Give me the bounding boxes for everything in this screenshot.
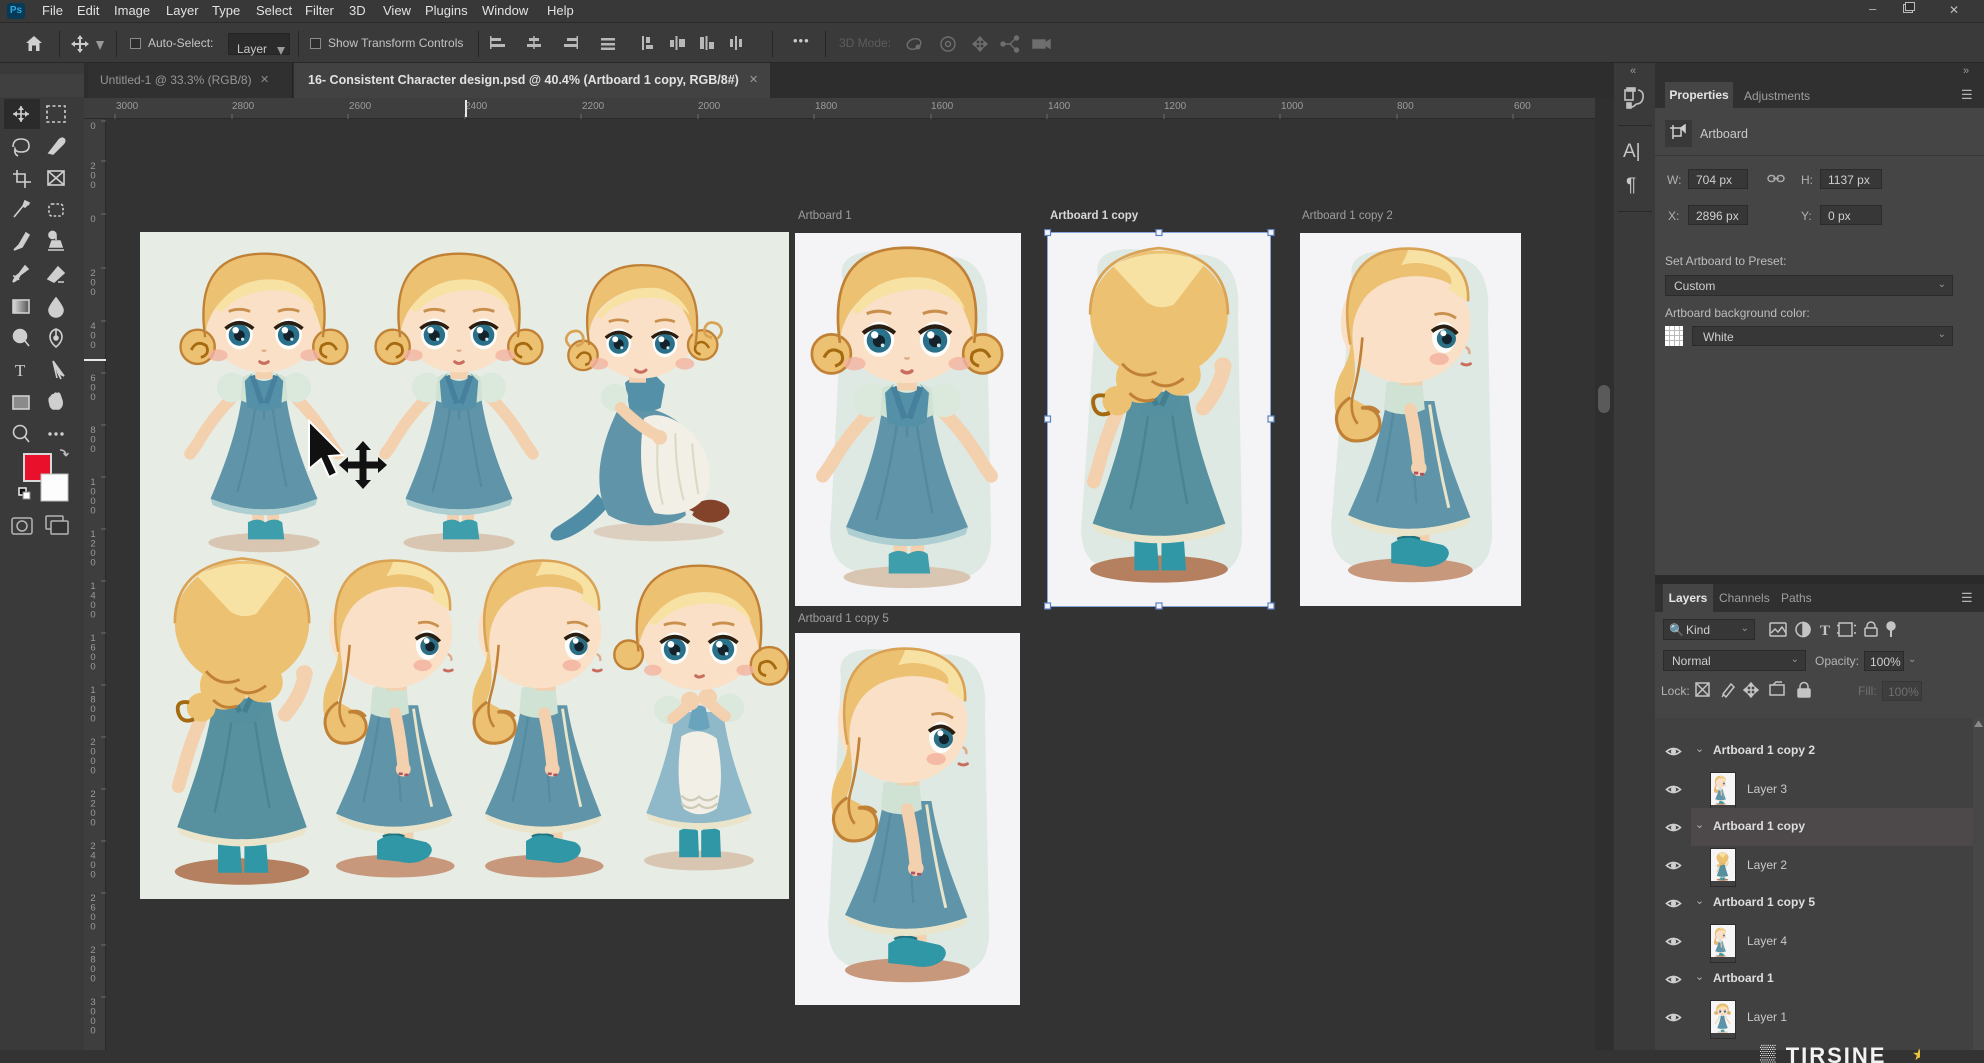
svg-text:0: 0: [90, 610, 95, 621]
svg-text:0: 0: [90, 121, 95, 132]
svg-text:2400: 2400: [465, 101, 488, 112]
svg-text:0: 0: [90, 444, 95, 455]
svg-text:0: 0: [90, 974, 95, 985]
svg-text:0: 0: [90, 558, 95, 569]
svg-text:0: 0: [90, 392, 95, 403]
svg-text:800: 800: [1397, 101, 1414, 112]
svg-text:2200: 2200: [582, 101, 605, 112]
svg-text:0: 0: [90, 922, 95, 933]
svg-text:0: 0: [90, 1026, 95, 1037]
svg-text:T: T: [15, 361, 26, 380]
svg-text:3000: 3000: [116, 101, 139, 112]
svg-text:0: 0: [90, 870, 95, 881]
svg-text:0: 0: [90, 214, 95, 225]
svg-text:T: T: [1820, 623, 1830, 639]
svg-text:2800: 2800: [232, 101, 255, 112]
svg-text:0: 0: [90, 714, 95, 725]
svg-text:0: 0: [90, 506, 95, 517]
svg-text:0: 0: [90, 818, 95, 829]
svg-text:0: 0: [90, 340, 95, 351]
svg-text:1600: 1600: [931, 101, 954, 112]
svg-text:1800: 1800: [815, 101, 838, 112]
svg-text:2000: 2000: [698, 101, 721, 112]
svg-text:0: 0: [90, 766, 95, 777]
svg-text:600: 600: [1514, 101, 1531, 112]
svg-text:0: 0: [90, 662, 95, 673]
svg-text:1200: 1200: [1164, 101, 1187, 112]
svg-text:0: 0: [90, 180, 95, 191]
svg-text:1400: 1400: [1048, 101, 1071, 112]
svg-text:1000: 1000: [1281, 101, 1304, 112]
svg-text:0: 0: [90, 287, 95, 298]
svg-text:2600: 2600: [349, 101, 372, 112]
